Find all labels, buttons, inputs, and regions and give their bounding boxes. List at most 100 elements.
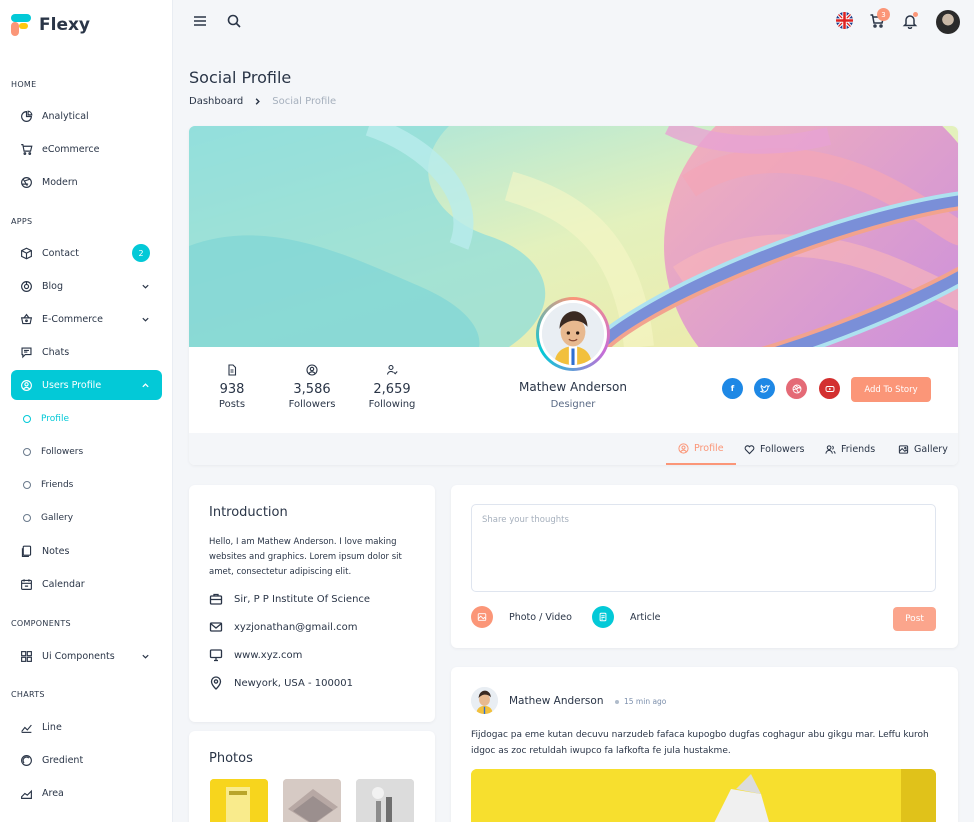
sidebar-item-analytical[interactable]: Analytical: [11, 101, 162, 131]
info-text: Newyork, USA - 100001: [234, 677, 353, 689]
uk-flag-icon[interactable]: [836, 12, 853, 29]
dribbble-icon[interactable]: [786, 378, 807, 399]
user-circle-icon: [678, 442, 689, 454]
introduction-text: Hello, I am Mathew Anderson. I love maki…: [209, 537, 402, 577]
profile-card: 938 Posts 3,586 Followers 2,659 Followin…: [189, 126, 958, 465]
post-image[interactable]: [471, 769, 936, 822]
facebook-icon[interactable]: f: [722, 378, 743, 399]
sidebar-subitem-friends[interactable]: Friends: [11, 472, 162, 498]
photo-video-label: Photo / Video: [509, 611, 572, 623]
sidebar-item-blog[interactable]: Blog: [11, 271, 162, 301]
sidebar-item-label: Ui Components: [42, 650, 115, 662]
post-author-name[interactable]: Mathew Anderson: [509, 695, 603, 707]
box-icon: [21, 247, 32, 259]
nav-caption-components: COMPONENTS: [11, 619, 71, 628]
sidebar-subitem-label: Friends: [41, 480, 74, 490]
cart-count-badge: 3: [877, 8, 890, 21]
user-check-icon: [386, 364, 398, 375]
sidebar-item-label: Contact: [42, 247, 79, 259]
photos-card: Photos: [189, 731, 435, 822]
twitter-icon[interactable]: [754, 378, 775, 399]
nav-caption-home: HOME: [11, 80, 37, 89]
chart-pie-icon: [21, 110, 33, 122]
introduction-title: Introduction: [209, 505, 288, 520]
post-text: Fijdogac pa eme kutan decuvu narzudeb fa…: [471, 730, 929, 756]
flexy-logo-icon: [11, 14, 31, 36]
photo-icon: [898, 444, 909, 454]
aperture-icon: [21, 176, 32, 188]
chevron-down-icon: [142, 284, 149, 289]
sidebar-item-ecommerce[interactable]: eCommerce: [11, 134, 162, 164]
app-logo[interactable]: Flexy: [11, 14, 90, 36]
tab-followers[interactable]: Followers: [744, 433, 805, 465]
circle-icon: [23, 415, 31, 423]
sidebar-item-calendar[interactable]: Calendar: [11, 569, 162, 599]
info-email: xyzjonathan@gmail.com: [209, 620, 357, 634]
sidebar-item-area[interactable]: Area: [11, 778, 162, 808]
sidebar-item-line[interactable]: Line: [11, 712, 162, 742]
sidebar-item-users-profile[interactable]: Users Profile: [11, 370, 162, 400]
user-avatar[interactable]: [936, 10, 960, 34]
tab-label: Friends: [841, 443, 876, 455]
stat-label: Posts: [218, 399, 246, 410]
youtube-icon[interactable]: [819, 378, 840, 399]
photo-thumbnail[interactable]: [210, 779, 268, 822]
breadcrumb: Dashboard Social Profile: [189, 96, 336, 107]
sidebar-item-e-commerce[interactable]: E-Commerce: [11, 304, 162, 334]
photo-video-button[interactable]: Photo / Video: [471, 606, 572, 628]
sidebar-subitem-gallery[interactable]: Gallery: [11, 505, 162, 531]
sidebar-subitem-label: Profile: [41, 414, 69, 424]
stat-followers: 3,586 Followers: [282, 364, 342, 410]
tab-gallery[interactable]: Gallery: [898, 433, 948, 465]
sidebar-subitem-profile[interactable]: Profile: [11, 406, 162, 432]
contact-count-badge: 2: [132, 244, 150, 262]
search-icon[interactable]: [226, 13, 242, 29]
info-website: www.xyz.com: [209, 648, 302, 662]
sidebar-item-chats[interactable]: Chats: [11, 337, 162, 367]
introduction-card: Introduction Hello, I am Mathew Anderson…: [189, 485, 435, 722]
stat-posts: 938 Posts: [202, 364, 262, 410]
article-icon: [592, 606, 614, 628]
sidebar-item-label: Analytical: [42, 110, 89, 122]
sidebar-item-label: Users Profile: [42, 379, 102, 391]
post-button[interactable]: Post: [893, 607, 936, 631]
layout-grid-icon: [21, 650, 32, 662]
share-thoughts-textarea[interactable]: Share your thoughts: [471, 504, 936, 592]
message-icon: [21, 346, 32, 358]
file-icon: [228, 364, 237, 376]
chevron-up-icon: [142, 382, 149, 387]
stat-value: 938: [219, 382, 245, 397]
sidebar-item-gredient[interactable]: Gredient: [11, 745, 162, 775]
line-chart-icon: [21, 724, 32, 733]
tab-profile[interactable]: Profile: [666, 433, 736, 465]
circle-icon: [23, 514, 31, 522]
article-button[interactable]: Article: [592, 606, 660, 628]
sidebar-item-label: Modern: [42, 176, 78, 188]
sidebar-item-modern[interactable]: Modern: [11, 167, 162, 197]
chart-donut-icon: [21, 280, 32, 292]
tab-label: Followers: [760, 443, 805, 455]
post-author-avatar[interactable]: [471, 687, 498, 714]
post-composer-card: Share your thoughts Photo / Video Articl…: [451, 485, 958, 648]
tab-friends[interactable]: Friends: [825, 433, 875, 465]
tab-label: Profile: [694, 442, 724, 454]
photo-thumbnail[interactable]: [356, 779, 414, 822]
desktop-icon: [209, 649, 223, 662]
top-bar: 3: [173, 0, 974, 44]
sidebar-item-notes[interactable]: Notes: [11, 536, 162, 566]
heart-icon: [744, 444, 755, 454]
info-text: Sir, P P Institute Of Science: [234, 593, 371, 605]
sidebar-subitem-followers[interactable]: Followers: [11, 439, 162, 465]
sidebar-item-ui-components[interactable]: Ui Components: [11, 641, 162, 671]
info-text: www.xyz.com: [234, 649, 303, 661]
photo-thumbnail[interactable]: [283, 779, 341, 822]
add-to-story-button[interactable]: Add To Story: [851, 377, 931, 402]
sidebar-item-contact[interactable]: Contact 2: [11, 238, 162, 268]
article-label: Article: [630, 611, 661, 623]
menu-icon[interactable]: [192, 13, 208, 29]
chevron-right-icon: [255, 98, 261, 105]
area-chart-icon: [21, 789, 32, 799]
chevron-down-icon: [142, 317, 149, 322]
breadcrumb-dashboard[interactable]: Dashboard: [189, 96, 243, 107]
briefcase-icon: [209, 593, 223, 605]
